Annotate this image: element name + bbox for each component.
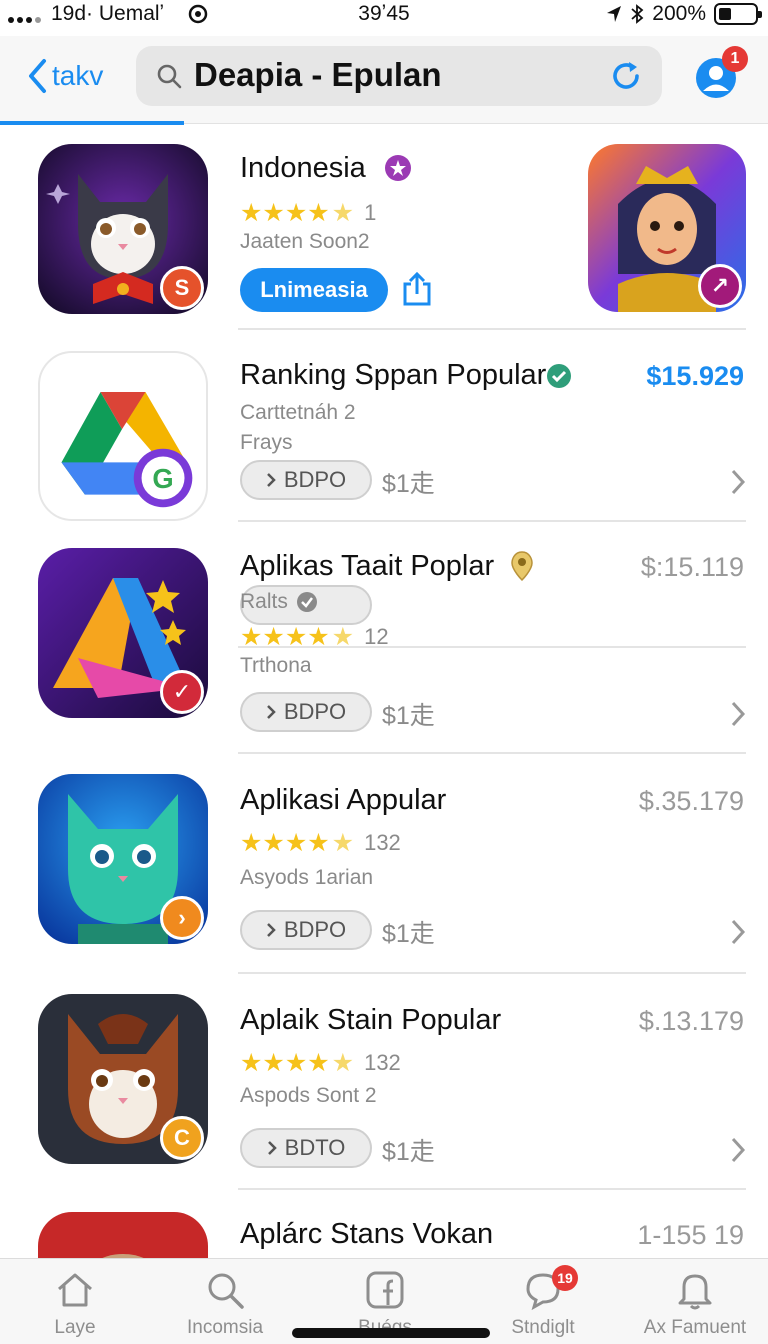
get-label: BDPO: [283, 467, 347, 492]
app-corner-badge: C: [160, 1116, 204, 1160]
app-price: 1-155 19: [637, 1220, 744, 1250]
star-icon: ★★★★: [240, 1049, 330, 1077]
get-button[interactable]: BDTO: [240, 1128, 372, 1168]
rating-count: 12: [364, 624, 389, 649]
tab-badge: 19: [552, 1265, 578, 1291]
rating-stars: ★★★★ ★ 12: [240, 622, 389, 652]
chevron-right-icon: [266, 473, 276, 487]
bell-icon: [678, 1274, 712, 1310]
tab-label: Incomsia: [186, 1317, 264, 1338]
app-title: Aplikasi Appular: [240, 784, 447, 816]
app-price: $.13.179: [638, 1006, 744, 1036]
chevron-right-icon[interactable]: [730, 1136, 746, 1164]
app-category: Trthona: [240, 654, 312, 677]
facebook-icon: [366, 1271, 404, 1309]
list-item[interactable]: Aplárc Stans Vokan 1-155 19: [0, 1190, 768, 1258]
app-list-rows: BDPO $1走 ✓ Aplikas Taait Poplar $:15.119…: [0, 0, 768, 1258]
star-icon: ★★★★: [240, 829, 330, 857]
chevron-right-icon: [266, 923, 276, 937]
tab-ax-famuent[interactable]: Ax Famuent: [620, 1269, 768, 1339]
get-label: BDPO: [283, 699, 347, 724]
app-icon-teal-cat: ›: [38, 774, 208, 944]
app-corner-badge: ✓: [160, 670, 204, 714]
list-item[interactable]: C Aplaik Stain Popular $.13.179 ★★★★ ★ 13…: [0, 974, 768, 1190]
chevron-right-icon[interactable]: [730, 918, 746, 946]
app-icon-partial: [38, 1212, 208, 1258]
chevron-right-icon: [266, 705, 276, 719]
half-star-icon: ★: [331, 829, 355, 857]
app-extra: $1走: [382, 470, 435, 498]
rating-stars: ★★★★ ★ 132: [240, 828, 401, 858]
get-label: BDTO: [284, 1135, 346, 1160]
pin-icon: [511, 551, 533, 582]
tab-stndiglt[interactable]: 19 Stndiglt: [468, 1265, 618, 1339]
get-button[interactable]: BDPO: [240, 692, 372, 732]
app-price: $.35.179: [638, 786, 744, 816]
home-indicator: [292, 1328, 490, 1338]
badge-icon: [297, 592, 317, 612]
rating-count: 132: [364, 830, 401, 855]
row-divider: [238, 520, 746, 522]
rating-count: 132: [364, 1050, 401, 1075]
app-icon-fox: C: [38, 994, 208, 1164]
app-title: Aplaik Stain Popular: [240, 1004, 502, 1036]
half-star-icon: ★: [331, 623, 355, 651]
search-icon: [208, 1273, 244, 1309]
half-star-icon: ★: [331, 1049, 355, 1077]
tab-laye[interactable]: Laye: [0, 1269, 150, 1339]
app-extra: $1走: [382, 920, 435, 948]
app-extra: $1走: [382, 702, 435, 730]
get-button[interactable]: BDPO: [240, 460, 372, 500]
chevron-right-icon: [267, 1141, 277, 1155]
app-icon-triangle: ✓: [38, 548, 208, 718]
app-corner-badge: ›: [160, 896, 204, 940]
star-icon: ★★★★: [240, 623, 330, 651]
app-category: Aspods Sont 2: [240, 1084, 377, 1107]
tab-label: Ax Famuent: [643, 1317, 747, 1338]
chevron-right-icon[interactable]: [730, 700, 746, 728]
tab-incomsia[interactable]: Incomsia: [150, 1269, 300, 1339]
chevron-right-icon[interactable]: [730, 468, 746, 496]
app-developer: Ralts: [240, 590, 288, 613]
list-item[interactable]: ✓ Aplikas Taait Poplar $:15.119 Ralts ★★…: [0, 528, 768, 754]
app-extra: $1走: [382, 1138, 435, 1166]
tab-label: Laye: [54, 1317, 96, 1338]
rating-stars: ★★★★ ★ 132: [240, 1048, 401, 1078]
get-button[interactable]: BDPO: [240, 910, 372, 950]
app-price: $:15.119: [640, 552, 744, 582]
get-label: BDPO: [283, 917, 347, 942]
app-category: Asyods 1arian: [240, 866, 374, 889]
app-title: Aplárc Stans Vokan: [240, 1218, 494, 1250]
app-title: Aplikas Taait Poplar: [240, 550, 495, 582]
home-icon: [58, 1273, 92, 1307]
list-item[interactable]: › Aplikasi Appular $.35.179 ★★★★ ★ 132 As…: [0, 754, 768, 974]
tab-label: Stndiglt: [511, 1317, 575, 1338]
